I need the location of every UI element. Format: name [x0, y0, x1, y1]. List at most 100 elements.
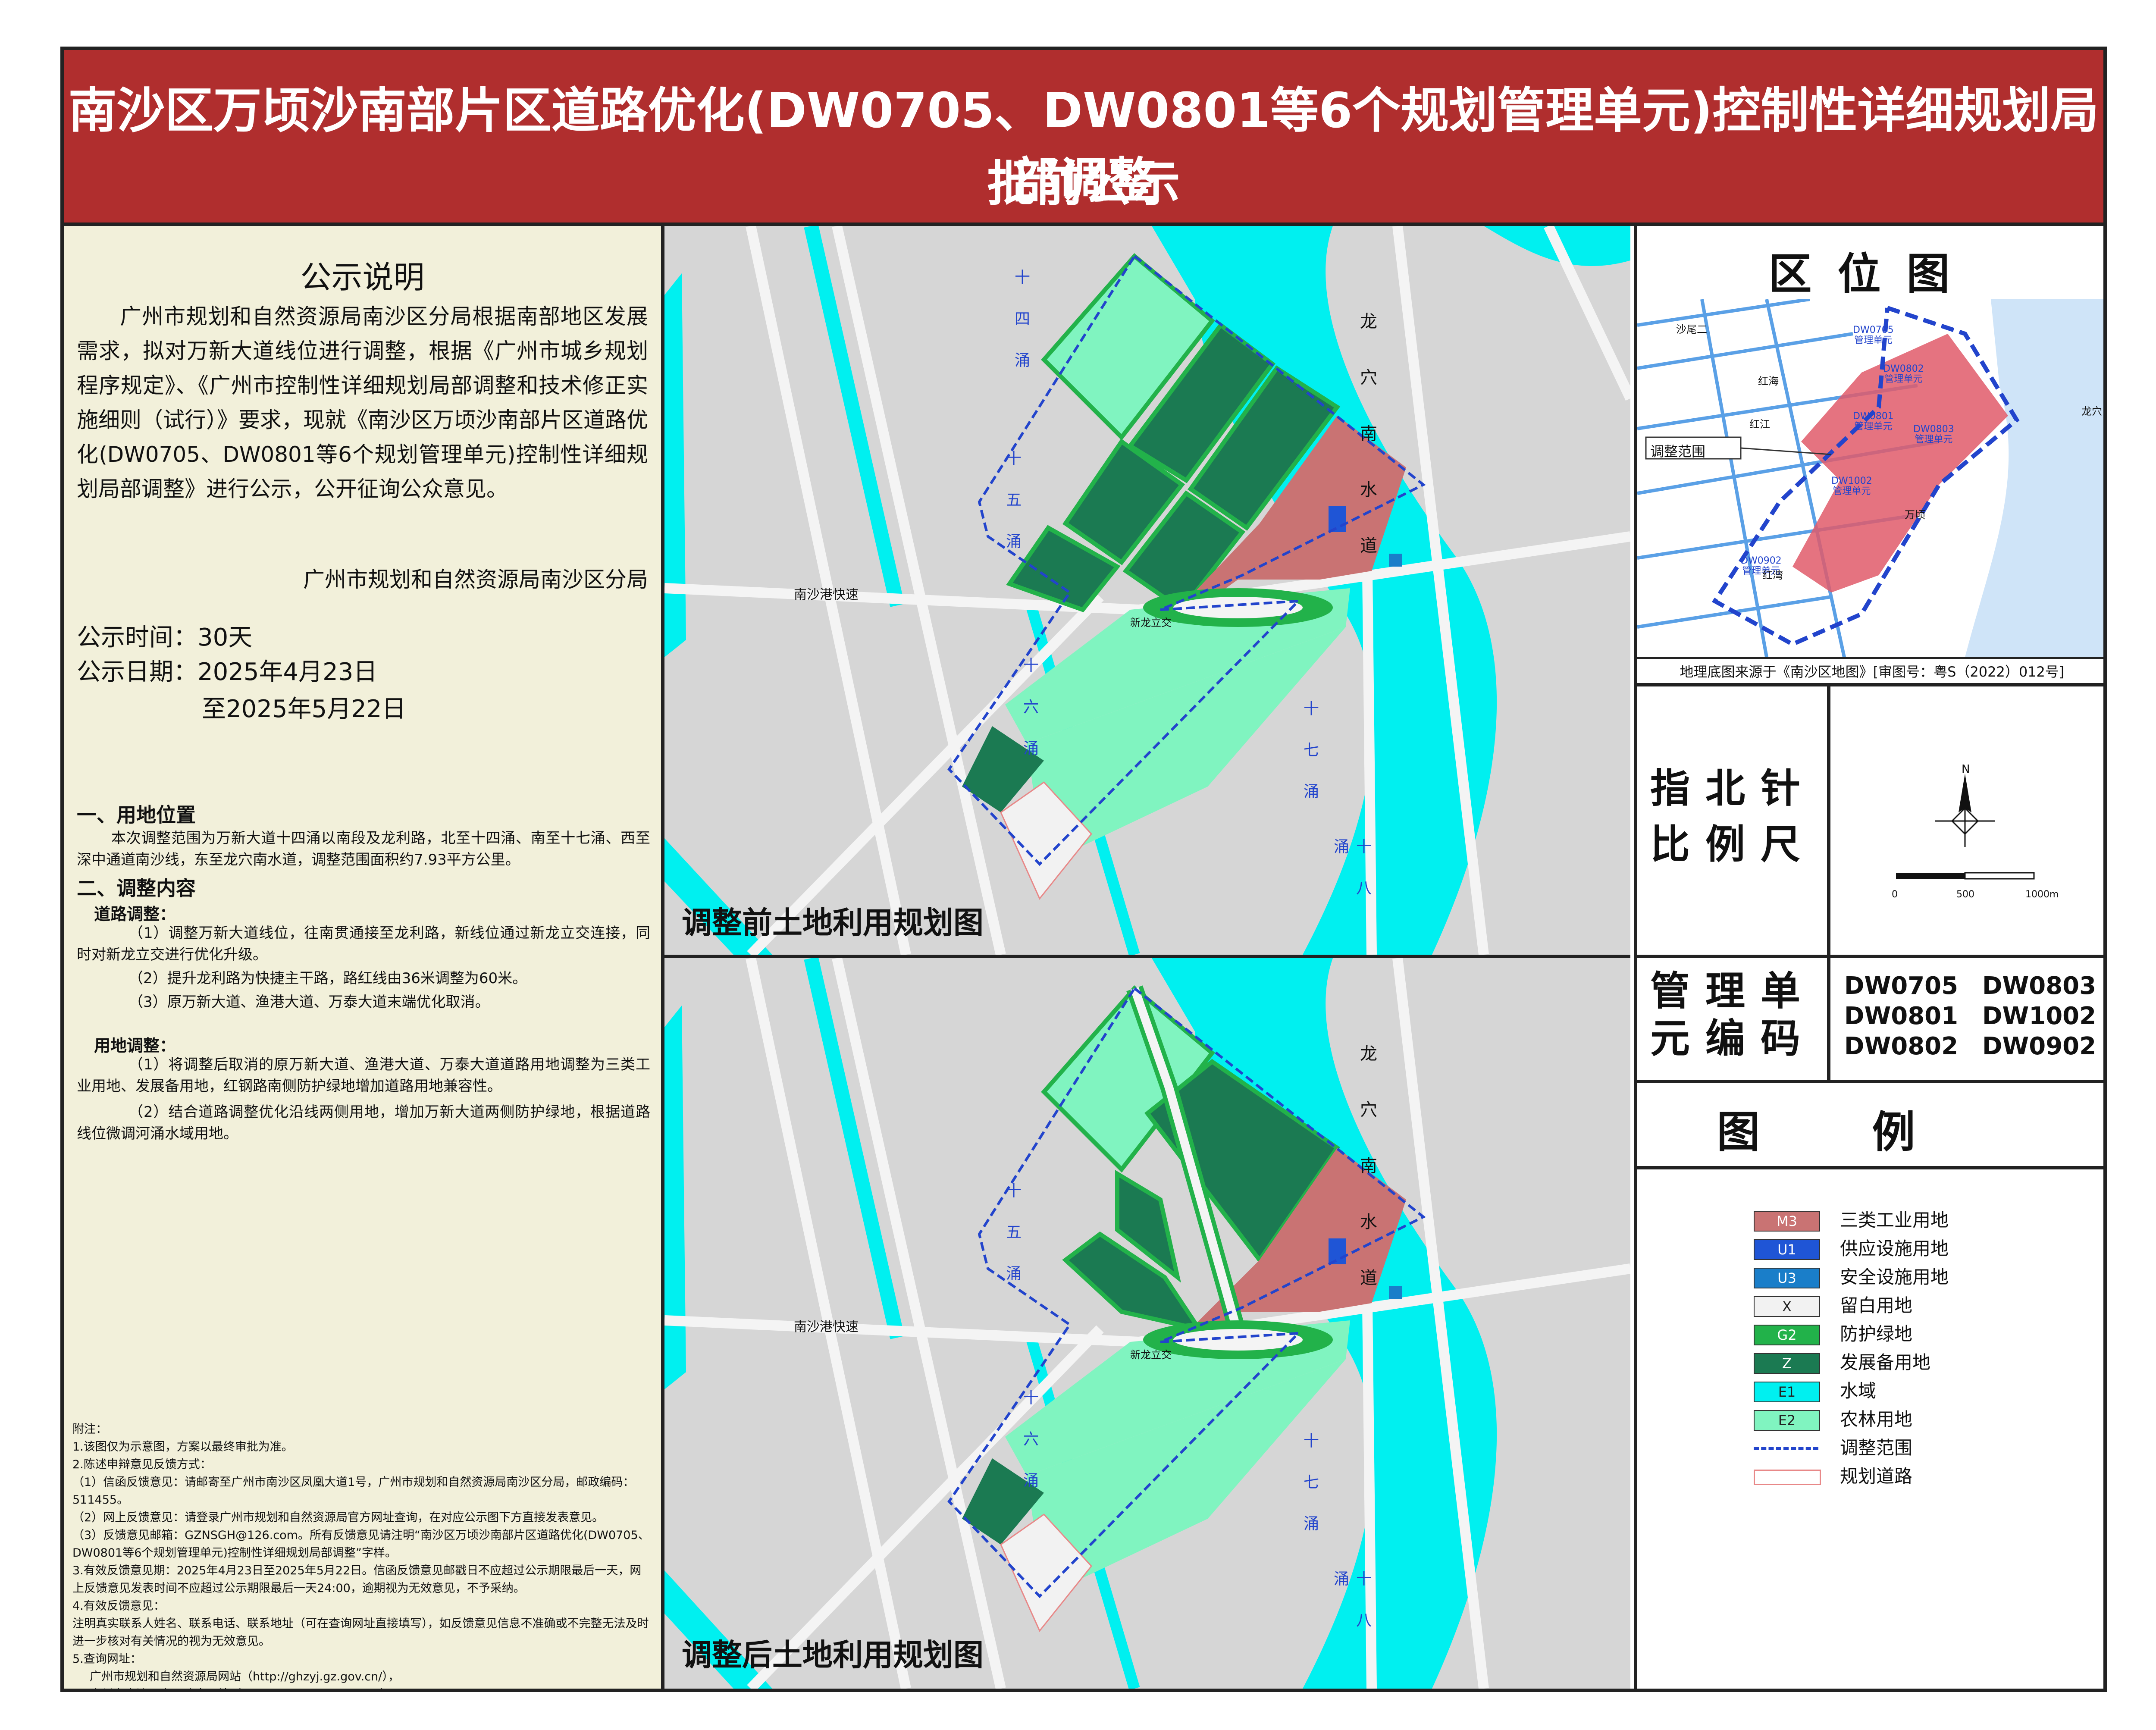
legend-heading: 图例	[1717, 1107, 2028, 1157]
note-line: 1.该图仅为示意图，方案以最终审批为准。	[72, 1440, 293, 1454]
legend-label: 农林用地	[1840, 1409, 1913, 1430]
place-label: 红湾	[1762, 569, 1783, 581]
note-line: 5.查询网址：	[72, 1652, 142, 1666]
legend-label: 三类工业用地	[1840, 1210, 1949, 1231]
river-label: 龙穴南水道	[1357, 312, 1377, 592]
note-line: 注明真实联系人姓名、联系电话、联系地址（可在查询网址直接填写），如反馈意见信息不…	[72, 1617, 649, 1648]
land-adjust-title: 用地调整：	[94, 1036, 176, 1055]
units-section: 管理单 元编码 DW0705 DW0803 DW0801 DW1002 DW08…	[1637, 955, 2103, 1083]
road-item-1: （1）调整万新大道线位，往南贯通接至龙利路，新线位通过新龙立交连接，同时对新龙立…	[77, 925, 650, 963]
scale-tick: 500	[1956, 889, 1974, 900]
interchange-label: 新龙立交	[1130, 1349, 1172, 1361]
map-before-label: 调整前土地利用规划图	[682, 905, 984, 940]
notice-signature: 广州市规划和自然资源局南沙区分局	[303, 567, 648, 592]
legend-label: 留白用地	[1840, 1295, 1913, 1316]
legend-swatch: U1	[1754, 1239, 1820, 1260]
legend-label: 规划道路	[1840, 1466, 1913, 1487]
legend-swatch: X	[1754, 1296, 1820, 1317]
legend-swatch: Z	[1754, 1353, 1820, 1374]
unit-label-dw0802: DW0802 管理单元	[1883, 364, 1924, 385]
map-after-label: 调整后土地利用规划图	[682, 1637, 984, 1673]
yong15-label: 十五涌	[1003, 450, 1021, 574]
place-label: 红江	[1749, 418, 1770, 430]
unit-code: DW1002	[1982, 1002, 2096, 1030]
unit-code: DW0902	[1982, 1032, 2096, 1060]
legend-swatch: E1	[1754, 1382, 1820, 1402]
unit-label-dw1002: DW1002 管理单元	[1831, 476, 1872, 497]
notes-block: 附注： 1.该图仅为示意图，方案以最终审批为准。 2.陈述申辩意见反馈方式： （…	[72, 1420, 652, 1689]
section-content-title: 二、调整内容	[77, 877, 196, 900]
legend-label: 安全设施用地	[1840, 1266, 1949, 1288]
compass-label: 指北针	[1650, 765, 1816, 812]
legend-body: M3 三类工业用地 U1 供应设施用地 U3 安全设施用地 X 留白用地 G2 …	[1637, 1166, 2103, 1554]
nansha-express-label: 南沙港快速	[794, 587, 859, 602]
note-line: 附注：	[72, 1423, 107, 1436]
north-arrow-icon	[1896, 774, 2035, 880]
notice-period: 公示时间：30天	[77, 624, 253, 652]
legend-label: 调整范围	[1840, 1437, 1913, 1458]
compass-section: 指北针 比例尺 N 0 500 1000m	[1637, 683, 2103, 958]
river-label: 龙穴南水道	[1357, 1044, 1377, 1325]
yong18-label: 十八涌	[1331, 838, 1371, 921]
yong17-label: 十七涌	[1301, 700, 1319, 824]
north-label: N	[1962, 763, 1970, 776]
map-after: 调整后土地利用规划图 龙穴南水道 南沙港快速 新龙立交 十五涌 十六涌 十七涌 …	[664, 958, 1630, 1689]
place-label: 万顷	[1905, 509, 1925, 521]
legend-label: 水域	[1840, 1380, 1877, 1401]
note-line: 广州市规划和自然资源局网站（http://ghzyj.gz.gov.cn/），	[90, 1670, 400, 1683]
scale-label: 比例尺	[1650, 821, 1816, 868]
nansha-express-label: 南沙港快速	[794, 1319, 859, 1335]
unit-code: DW0802	[1844, 1032, 1959, 1060]
legend-swatch: E2	[1754, 1410, 1820, 1431]
legend-swatch: G2	[1754, 1325, 1820, 1345]
legend-swatch: U3	[1754, 1268, 1820, 1288]
yong16-label: 十六涌	[1021, 1389, 1038, 1514]
poster-frame: 南沙区万顷沙南部片区道路优化(DW0705、DW0801等6个规划管理单元)控制…	[60, 47, 2107, 1692]
yong18-label: 十八涌	[1331, 1570, 1371, 1653]
notice-intro: 广州市规划和自然资源局南沙区分局根据南部地区发展需求，拟对万新大道线位进行调整，…	[77, 304, 648, 501]
legend-header: 图例	[1637, 1080, 2103, 1169]
location-heading: 区位图	[1768, 249, 1976, 299]
legend-swatch: M3	[1754, 1211, 1820, 1232]
notice-heading: 公示说明	[300, 259, 425, 295]
interchange-label: 新龙立交	[1130, 617, 1172, 629]
map-before: 调整前土地利用规划图 龙穴南水道 南沙港快速 新龙立交 十四涌 十五涌 十六涌 …	[664, 226, 1630, 958]
note-line: 2.陈述申辩意见反馈方式：	[72, 1458, 212, 1471]
scale-tick: 0	[1892, 889, 1898, 900]
land-item-2: （2）结合道路调整优化沿线两侧用地，增加万新大道两侧防护绿地，根据道路线位微调河…	[77, 1103, 650, 1142]
yong15-label: 十五涌	[1003, 1182, 1021, 1307]
legend-road-icon	[1754, 1470, 1821, 1485]
yong16-label: 十六涌	[1021, 657, 1038, 781]
road-item-2: （2）提升龙利路为快捷主干路，路红线由36米调整为60米。	[128, 970, 527, 987]
notice-panel: 公示说明 广州市规划和自然资源局南沙区分局根据南部地区发展需求，拟对万新大道线位…	[64, 226, 664, 1689]
place-label: 沙尾二	[1676, 323, 1707, 335]
unit-label-dw0705: DW0705 管理单元	[1853, 325, 1894, 346]
note-line: （1）信函反馈意见：请邮寄至广州市南沙区凤凰大道1号，广州市规划和自然资源局南沙…	[72, 1476, 635, 1507]
note-line: 3.有效反馈意见期：2025年4月23日至2025年5月22日。信函反馈意见邮戳…	[72, 1564, 642, 1595]
unit-code: DW0801	[1844, 1002, 1959, 1030]
legend-label: 防护绿地	[1840, 1323, 1913, 1345]
legend-dashed-line-icon	[1754, 1439, 1818, 1457]
compass-divider	[1827, 683, 1830, 955]
yong17-label: 十七涌	[1301, 1432, 1319, 1557]
road-adjust-title: 道路调整：	[94, 905, 176, 924]
title-line-2: 批前公示	[987, 156, 1180, 212]
unit-label-dw0801: DW0801 管理单元	[1853, 411, 1894, 432]
note-line: （3）反馈意见邮箱：GZNSGH@126.com。所有反馈意见请注明“南沙区万顷…	[72, 1529, 650, 1560]
title-bar: 南沙区万顷沙南部片区道路优化(DW0705、DW0801等6个规划管理单元)控制…	[64, 50, 2103, 226]
unit-code: DW0705	[1844, 972, 1959, 1000]
location-range-label: 调整范围	[1650, 443, 1706, 460]
units-divider	[1827, 955, 1830, 1080]
note-line: 广州市南沙区人民政府网站（http://www.gzns.gov.cn/）。	[72, 1686, 652, 1689]
land-item-1: （1）将调整后取消的原万新大道、渔港大道、万泰大道道路用地调整为三类工业用地、发…	[77, 1056, 650, 1095]
note-line: （2）网上反馈意见：请登录广州市规划和自然资源局官方网址查询，在对应公示图下方直…	[72, 1511, 604, 1524]
legend-label: 供应设施用地	[1840, 1238, 1949, 1259]
legend-label: 发展备用地	[1840, 1352, 1931, 1373]
location-source-note: 地理底图来源于《南沙区地图》[审图号：粤S（2022）012号]	[1637, 657, 2103, 685]
unit-label-dw0803: DW0803 管理单元	[1913, 424, 1954, 445]
place-label: 红海	[1758, 375, 1779, 387]
scale-tick: 1000m	[2025, 889, 2059, 900]
notice-period-block: 公示时间：30天 公示日期：2025年4月23日	[77, 621, 377, 689]
location-section: 区位图 调整范围 DW0705 管理单元 DW0802 管理单元 DW0801 …	[1637, 226, 2103, 686]
road-item-3: （3）原万新大道、渔港大道、万泰大道末端优化取消。	[128, 993, 490, 1011]
